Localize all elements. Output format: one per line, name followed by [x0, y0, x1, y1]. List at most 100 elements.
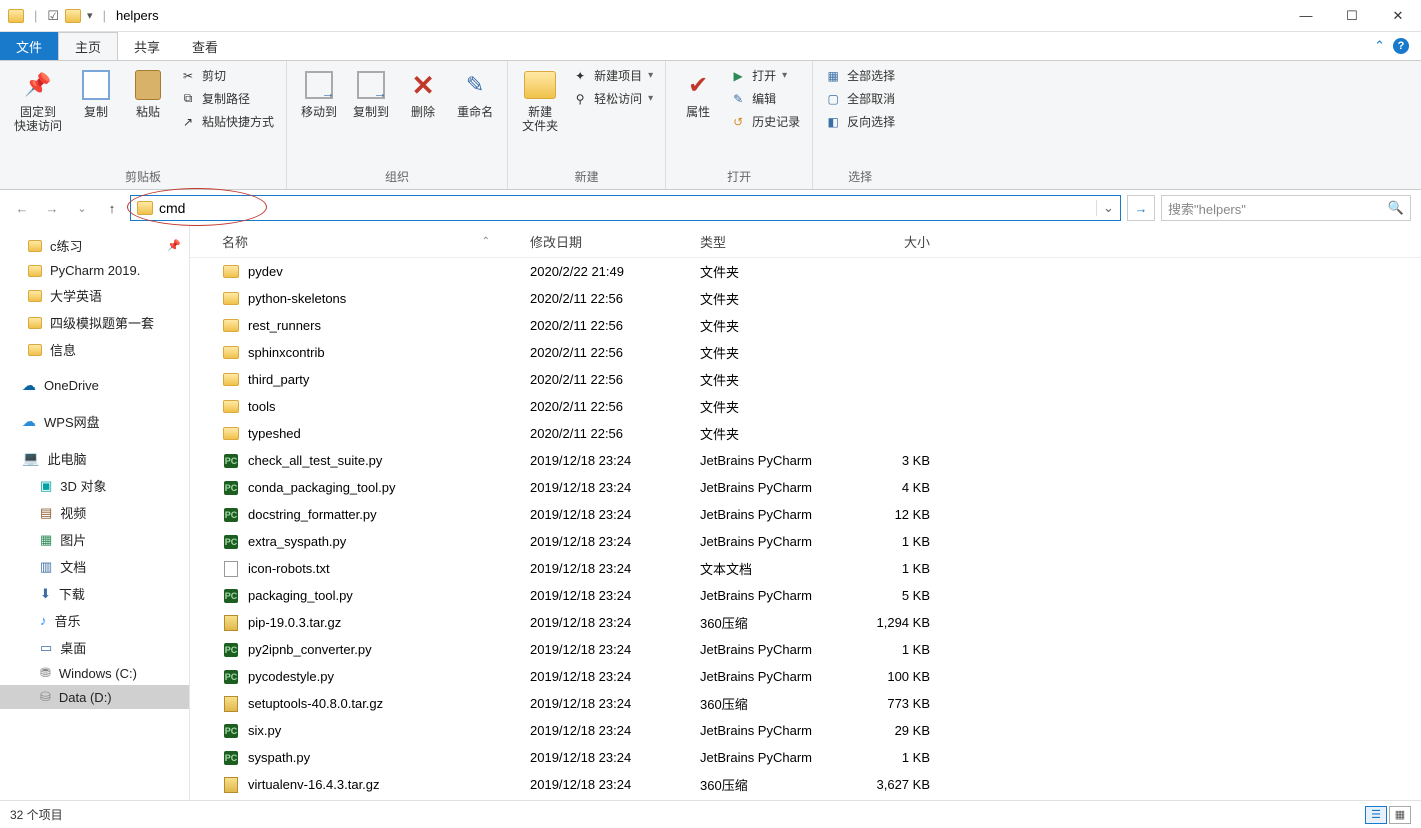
file-area: 名称⌃ 修改日期 类型 大小 pydev2020/2/22 21:49文件夹py… — [190, 226, 1421, 800]
select-all-button[interactable]: ▦全部选择 — [821, 65, 899, 86]
address-input[interactable] — [159, 197, 1096, 219]
maximize-button[interactable]: ☐ — [1329, 0, 1375, 32]
table-row[interactable]: PCpackaging_tool.py2019/12/18 23:24JetBr… — [190, 582, 1421, 609]
sidebar-item[interactable]: ⛃Windows (C:) — [0, 661, 189, 685]
sidebar-item[interactable]: ☁OneDrive — [0, 373, 189, 398]
sidebar-item[interactable]: 信息 — [0, 336, 189, 363]
file-name: docstring_formatter.py — [248, 507, 377, 522]
sidebar-item[interactable]: ▥文档 — [0, 553, 189, 580]
file-name: tools — [248, 399, 275, 414]
pin-to-quickaccess-button[interactable]: 📌 固定到 快速访问 — [8, 65, 68, 138]
sidebar-item[interactable]: PyCharm 2019. — [0, 259, 189, 282]
search-box[interactable]: 搜索"helpers" 🔍 — [1161, 195, 1411, 221]
search-icon: 🔍 — [1388, 200, 1404, 216]
table-row[interactable]: python-skeletons2020/2/11 22:56文件夹 — [190, 285, 1421, 312]
pin-icon: 📌 — [22, 69, 54, 101]
sidebar-item[interactable]: ▤视频 — [0, 499, 189, 526]
file-date: 2020/2/11 22:56 — [520, 420, 690, 447]
ribbon-collapse-icon[interactable]: ⌃ — [1374, 38, 1385, 54]
tab-share[interactable]: 共享 — [118, 32, 176, 60]
invert-selection-button[interactable]: ◧反向选择 — [821, 111, 899, 132]
file-name: icon-robots.txt — [248, 561, 330, 576]
paste-button[interactable]: 粘贴 — [124, 65, 172, 123]
file-name: third_party — [248, 372, 309, 387]
table-row[interactable]: pip-19.0.3.tar.gz2019/12/18 23:24360压缩1,… — [190, 609, 1421, 636]
file-type: JetBrains PyCharm — [690, 501, 850, 528]
table-row[interactable]: PCcheck_all_test_suite.py2019/12/18 23:2… — [190, 447, 1421, 474]
help-icon[interactable]: ? — [1393, 38, 1409, 54]
sidebar-item[interactable]: ♪音乐 — [0, 607, 189, 634]
table-row[interactable]: tools2020/2/11 22:56文件夹 — [190, 393, 1421, 420]
table-row[interactable]: virtualenv-16.4.3.tar.gz2019/12/18 23:24… — [190, 771, 1421, 798]
table-row[interactable]: PCextra_syspath.py2019/12/18 23:24JetBra… — [190, 528, 1421, 555]
nav-forward-button[interactable]: → — [40, 196, 64, 220]
file-size: 1 KB — [850, 744, 940, 771]
cut-button[interactable]: ✂剪切 — [176, 65, 278, 86]
delete-button[interactable]: ✕删除 — [399, 65, 447, 123]
table-row[interactable]: icon-robots.txt2019/12/18 23:24文本文档1 KB — [190, 555, 1421, 582]
minimize-button[interactable]: — — [1283, 0, 1329, 32]
qat-dropdown-icon[interactable]: ▾ — [87, 9, 93, 22]
file-size: 1 KB — [850, 636, 940, 663]
copypath-button[interactable]: ⧉复制路径 — [176, 88, 278, 109]
tab-home[interactable]: 主页 — [58, 32, 118, 60]
col-date[interactable]: 修改日期 — [520, 226, 690, 257]
sidebar-item[interactable]: ▭桌面 — [0, 634, 189, 661]
table-row[interactable]: pydev2020/2/22 21:49文件夹 — [190, 258, 1421, 285]
easy-access-button[interactable]: ⚲轻松访问 ▾ — [568, 88, 657, 109]
open-label: 打开 — [752, 67, 776, 84]
table-row[interactable]: PCpycodestyle.py2019/12/18 23:24JetBrain… — [190, 663, 1421, 690]
nav-up-button[interactable]: ↑ — [100, 196, 124, 220]
table-row[interactable]: PCpy2ipnb_converter.py2019/12/18 23:24Je… — [190, 636, 1421, 663]
address-dropdown-icon[interactable]: ⌄ — [1096, 200, 1120, 216]
history-button[interactable]: ↺历史记录 — [726, 111, 804, 132]
address-go-button[interactable]: → — [1127, 195, 1155, 221]
sidebar-item[interactable]: ⛁Data (D:) — [0, 685, 189, 709]
nav-recent-dropdown[interactable]: ⌄ — [70, 196, 94, 220]
view-icons-button[interactable]: ▦ — [1389, 806, 1411, 824]
close-button[interactable]: ✕ — [1375, 0, 1421, 32]
open-button[interactable]: ▶打开 ▾ — [726, 65, 804, 86]
table-row[interactable]: third_party2020/2/11 22:56文件夹 — [190, 366, 1421, 393]
col-name[interactable]: 名称⌃ — [190, 226, 520, 257]
nav-back-button[interactable]: ← — [10, 196, 34, 220]
sidebar-item[interactable]: 大学英语 — [0, 282, 189, 309]
sidebar-icon: 💻 — [22, 450, 39, 467]
sidebar-item[interactable]: ☁WPS网盘 — [0, 408, 189, 435]
sidebar-item[interactable]: ▣3D 对象 — [0, 472, 189, 499]
table-row[interactable]: PCdocstring_formatter.py2019/12/18 23:24… — [190, 501, 1421, 528]
tab-file[interactable]: 文件 — [0, 32, 58, 60]
col-type[interactable]: 类型 — [690, 226, 850, 257]
qat-checkbox-icon[interactable]: ☑ — [47, 8, 59, 24]
copyto-button[interactable]: 复制到 — [347, 65, 395, 123]
table-row[interactable]: setuptools-40.8.0.tar.gz2019/12/18 23:24… — [190, 690, 1421, 717]
table-row[interactable]: rest_runners2020/2/11 22:56文件夹 — [190, 312, 1421, 339]
sidebar-item[interactable]: ⬇下载 — [0, 580, 189, 607]
properties-button[interactable]: ✔属性 — [674, 65, 722, 123]
select-none-button[interactable]: ▢全部取消 — [821, 88, 899, 109]
easy-access-icon: ⚲ — [572, 91, 588, 107]
table-row[interactable]: PCsix.py2019/12/18 23:24JetBrains PyChar… — [190, 717, 1421, 744]
col-size[interactable]: 大小 — [850, 226, 940, 257]
view-details-button[interactable]: ☰ — [1365, 806, 1387, 824]
address-bar[interactable]: ⌄ — [130, 195, 1121, 221]
sidebar-item[interactable]: ▦图片 — [0, 526, 189, 553]
qat-folder-icon[interactable] — [65, 9, 81, 23]
table-row[interactable]: sphinxcontrib2020/2/11 22:56文件夹 — [190, 339, 1421, 366]
copy-button[interactable]: 复制 — [72, 65, 120, 123]
rename-button[interactable]: ✎重命名 — [451, 65, 499, 123]
table-row[interactable]: typeshed2020/2/11 22:56文件夹 — [190, 420, 1421, 447]
edit-button[interactable]: ✎编辑 — [726, 88, 804, 109]
ribbon-group-new: 新建 文件夹 ✦新建项目 ▾ ⚲轻松访问 ▾ 新建 — [508, 61, 666, 189]
new-item-button[interactable]: ✦新建项目 ▾ — [568, 65, 657, 86]
moveto-button[interactable]: 移动到 — [295, 65, 343, 123]
new-folder-button[interactable]: 新建 文件夹 — [516, 65, 564, 138]
sidebar-item[interactable]: 四级模拟题第一套 — [0, 309, 189, 336]
sidebar-item[interactable]: 💻此电脑 — [0, 445, 189, 472]
text-file-icon — [224, 561, 238, 577]
paste-shortcut-button[interactable]: ↗粘贴快捷方式 — [176, 111, 278, 132]
table-row[interactable]: PCsyspath.py2019/12/18 23:24JetBrains Py… — [190, 744, 1421, 771]
table-row[interactable]: PCconda_packaging_tool.py2019/12/18 23:2… — [190, 474, 1421, 501]
sidebar-item[interactable]: c练习📌 — [0, 232, 189, 259]
tab-view[interactable]: 查看 — [176, 32, 234, 60]
